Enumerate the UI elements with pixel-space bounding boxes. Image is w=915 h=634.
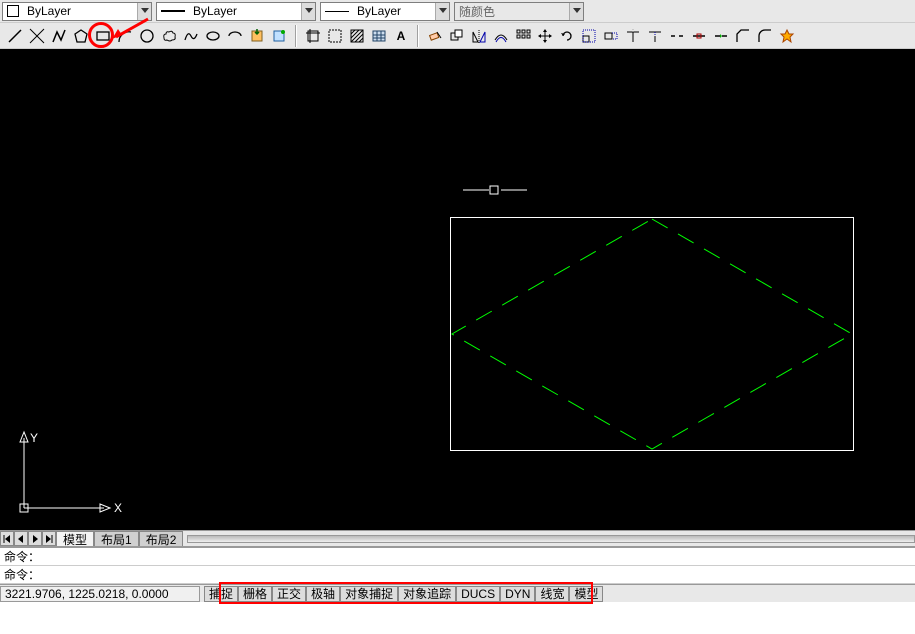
hatch-tool[interactable] bbox=[347, 26, 367, 46]
rectangle-tool[interactable] bbox=[93, 26, 113, 46]
ellipse-tool[interactable] bbox=[203, 26, 223, 46]
move-tool[interactable] bbox=[535, 26, 555, 46]
status-lwt[interactable]: 线宽 bbox=[535, 586, 569, 602]
status-polar[interactable]: 极轴 bbox=[306, 586, 340, 602]
revcloud-tool[interactable] bbox=[159, 26, 179, 46]
circle-tool[interactable] bbox=[137, 26, 157, 46]
tabs-scroll-track[interactable] bbox=[187, 535, 915, 543]
layer-dropdown[interactable]: ByLayer bbox=[2, 2, 152, 21]
ucs-icon: Y X bbox=[14, 428, 124, 518]
tab-nav-first[interactable] bbox=[0, 531, 14, 546]
status-ducs[interactable]: DUCS bbox=[456, 586, 500, 602]
crosshair-cursor bbox=[463, 183, 527, 197]
extend-tool[interactable] bbox=[645, 26, 665, 46]
layout-tabs-bar: 模型 布局1 布局2 bbox=[0, 530, 915, 547]
copy-tool[interactable] bbox=[447, 26, 467, 46]
lineweight-dropdown[interactable]: ByLayer bbox=[320, 2, 450, 21]
crop-tool[interactable] bbox=[303, 26, 323, 46]
ellipse-arc-tool[interactable] bbox=[225, 26, 245, 46]
layer-value: ByLayer bbox=[23, 4, 137, 18]
modify-toolbar bbox=[422, 24, 800, 48]
status-grid[interactable]: 栅格 bbox=[238, 586, 272, 602]
break-tool[interactable] bbox=[667, 26, 687, 46]
status-toggle-group: 捕捉 栅格 正交 极轴 对象捕捉 对象追踪 DUCS DYN 线宽 模型 bbox=[204, 586, 603, 602]
linetype-value: ByLayer bbox=[189, 4, 301, 18]
chevron-down-icon bbox=[569, 3, 583, 20]
block-create-tool[interactable] bbox=[269, 26, 289, 46]
break-at-tool[interactable] bbox=[689, 26, 709, 46]
tools-toolbar: A bbox=[0, 23, 915, 49]
text-icon: A bbox=[397, 29, 406, 43]
command-input-line[interactable]: 命令： bbox=[0, 566, 915, 584]
plotstyle-value: 随颜色 bbox=[455, 3, 569, 20]
tab-layout1[interactable]: 布局1 bbox=[94, 531, 139, 546]
rhombus-shape bbox=[450, 217, 854, 451]
text-tool[interactable]: A bbox=[391, 26, 411, 46]
status-dyn[interactable]: DYN bbox=[500, 586, 535, 602]
svg-text:X: X bbox=[114, 501, 122, 515]
mirror-tool[interactable] bbox=[469, 26, 489, 46]
chevron-down-icon bbox=[435, 3, 449, 20]
toolbar-separator bbox=[295, 25, 297, 47]
region-tool[interactable] bbox=[325, 26, 345, 46]
stretch-tool[interactable] bbox=[601, 26, 621, 46]
linetype-dropdown[interactable]: ByLayer bbox=[156, 2, 316, 21]
line-tool[interactable] bbox=[5, 26, 25, 46]
lineweight-swatch-icon bbox=[325, 11, 349, 12]
status-snap[interactable]: 捕捉 bbox=[204, 586, 238, 602]
array-tool[interactable] bbox=[513, 26, 533, 46]
explode-tool[interactable] bbox=[777, 26, 797, 46]
status-ortho[interactable]: 正交 bbox=[272, 586, 306, 602]
status-model[interactable]: 模型 bbox=[569, 586, 603, 602]
chamfer-tool[interactable] bbox=[733, 26, 753, 46]
svg-text:Y: Y bbox=[30, 431, 38, 445]
tab-nav-next[interactable] bbox=[28, 531, 42, 546]
tab-model[interactable]: 模型 bbox=[56, 531, 94, 546]
lineweight-value: ByLayer bbox=[353, 4, 435, 18]
polygon-tool[interactable] bbox=[71, 26, 91, 46]
tab-nav-prev[interactable] bbox=[14, 531, 28, 546]
table-tool[interactable] bbox=[369, 26, 389, 46]
trim-tool[interactable] bbox=[623, 26, 643, 46]
chevron-down-icon bbox=[301, 3, 315, 20]
block-insert-tool[interactable] bbox=[247, 26, 267, 46]
status-osnap[interactable]: 对象捕捉 bbox=[340, 586, 398, 602]
model-viewport[interactable]: Y X bbox=[0, 49, 915, 530]
tab-layout2[interactable]: 布局2 bbox=[139, 531, 184, 546]
fillet-tool[interactable] bbox=[755, 26, 775, 46]
plotstyle-dropdown[interactable]: 随颜色 bbox=[454, 2, 584, 21]
pline-tool[interactable] bbox=[49, 26, 69, 46]
draw-toolbar-2: A bbox=[300, 24, 414, 48]
scale-tool[interactable] bbox=[579, 26, 599, 46]
toolbar-separator bbox=[417, 25, 419, 47]
rotate-tool[interactable] bbox=[557, 26, 577, 46]
join-tool[interactable] bbox=[711, 26, 731, 46]
draw-toolbar bbox=[2, 24, 292, 48]
status-bar: 3221.9706, 1225.0218, 0.0000 捕捉 栅格 正交 极轴… bbox=[0, 584, 915, 602]
linetype-swatch-icon bbox=[161, 10, 185, 12]
coordinates-readout: 3221.9706, 1225.0218, 0.0000 bbox=[0, 586, 200, 602]
chevron-down-icon bbox=[137, 3, 151, 20]
tab-nav-last[interactable] bbox=[42, 531, 56, 546]
command-area: 命令： 命令： bbox=[0, 547, 915, 584]
spline-tool[interactable] bbox=[181, 26, 201, 46]
tab-nav bbox=[0, 531, 56, 546]
erase-tool[interactable] bbox=[425, 26, 445, 46]
status-otrack[interactable]: 对象追踪 bbox=[398, 586, 456, 602]
arc-tool[interactable] bbox=[115, 26, 135, 46]
command-history-line: 命令： bbox=[0, 548, 915, 566]
offset-tool[interactable] bbox=[491, 26, 511, 46]
xline-tool[interactable] bbox=[27, 26, 47, 46]
layer-swatch-icon bbox=[7, 5, 19, 17]
properties-toolbar: ByLayer ByLayer ByLayer 随颜色 bbox=[0, 0, 915, 23]
